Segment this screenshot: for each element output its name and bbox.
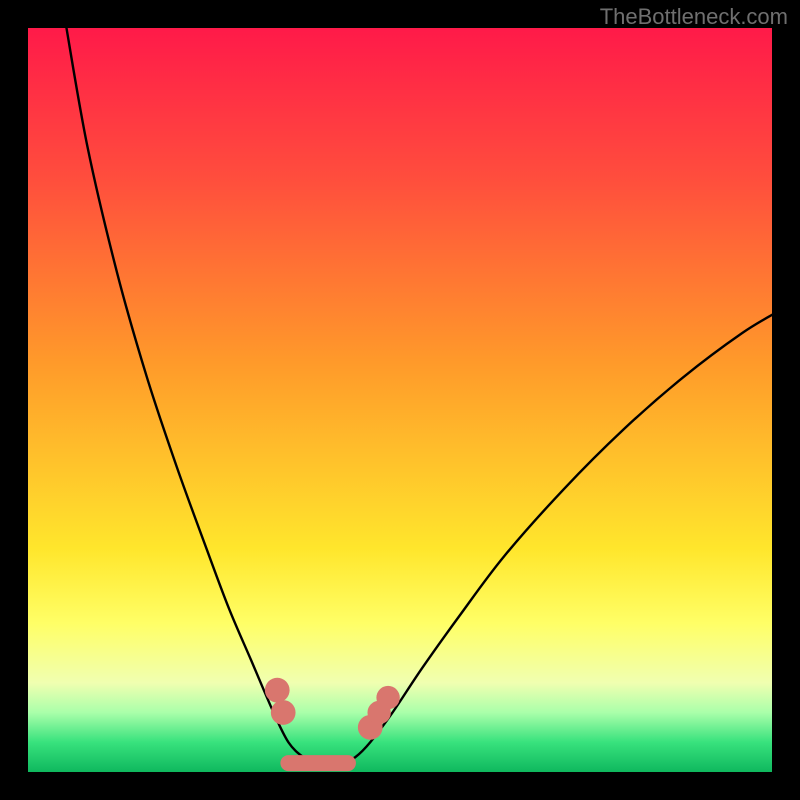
watermark-text: TheBottleneck.com	[600, 4, 788, 30]
marker-dot	[376, 686, 399, 709]
chart-frame	[28, 28, 772, 772]
marker-dot	[271, 700, 296, 725]
marker-dot	[265, 678, 290, 703]
bottleneck-chart	[28, 28, 772, 772]
gradient-background	[28, 28, 772, 772]
